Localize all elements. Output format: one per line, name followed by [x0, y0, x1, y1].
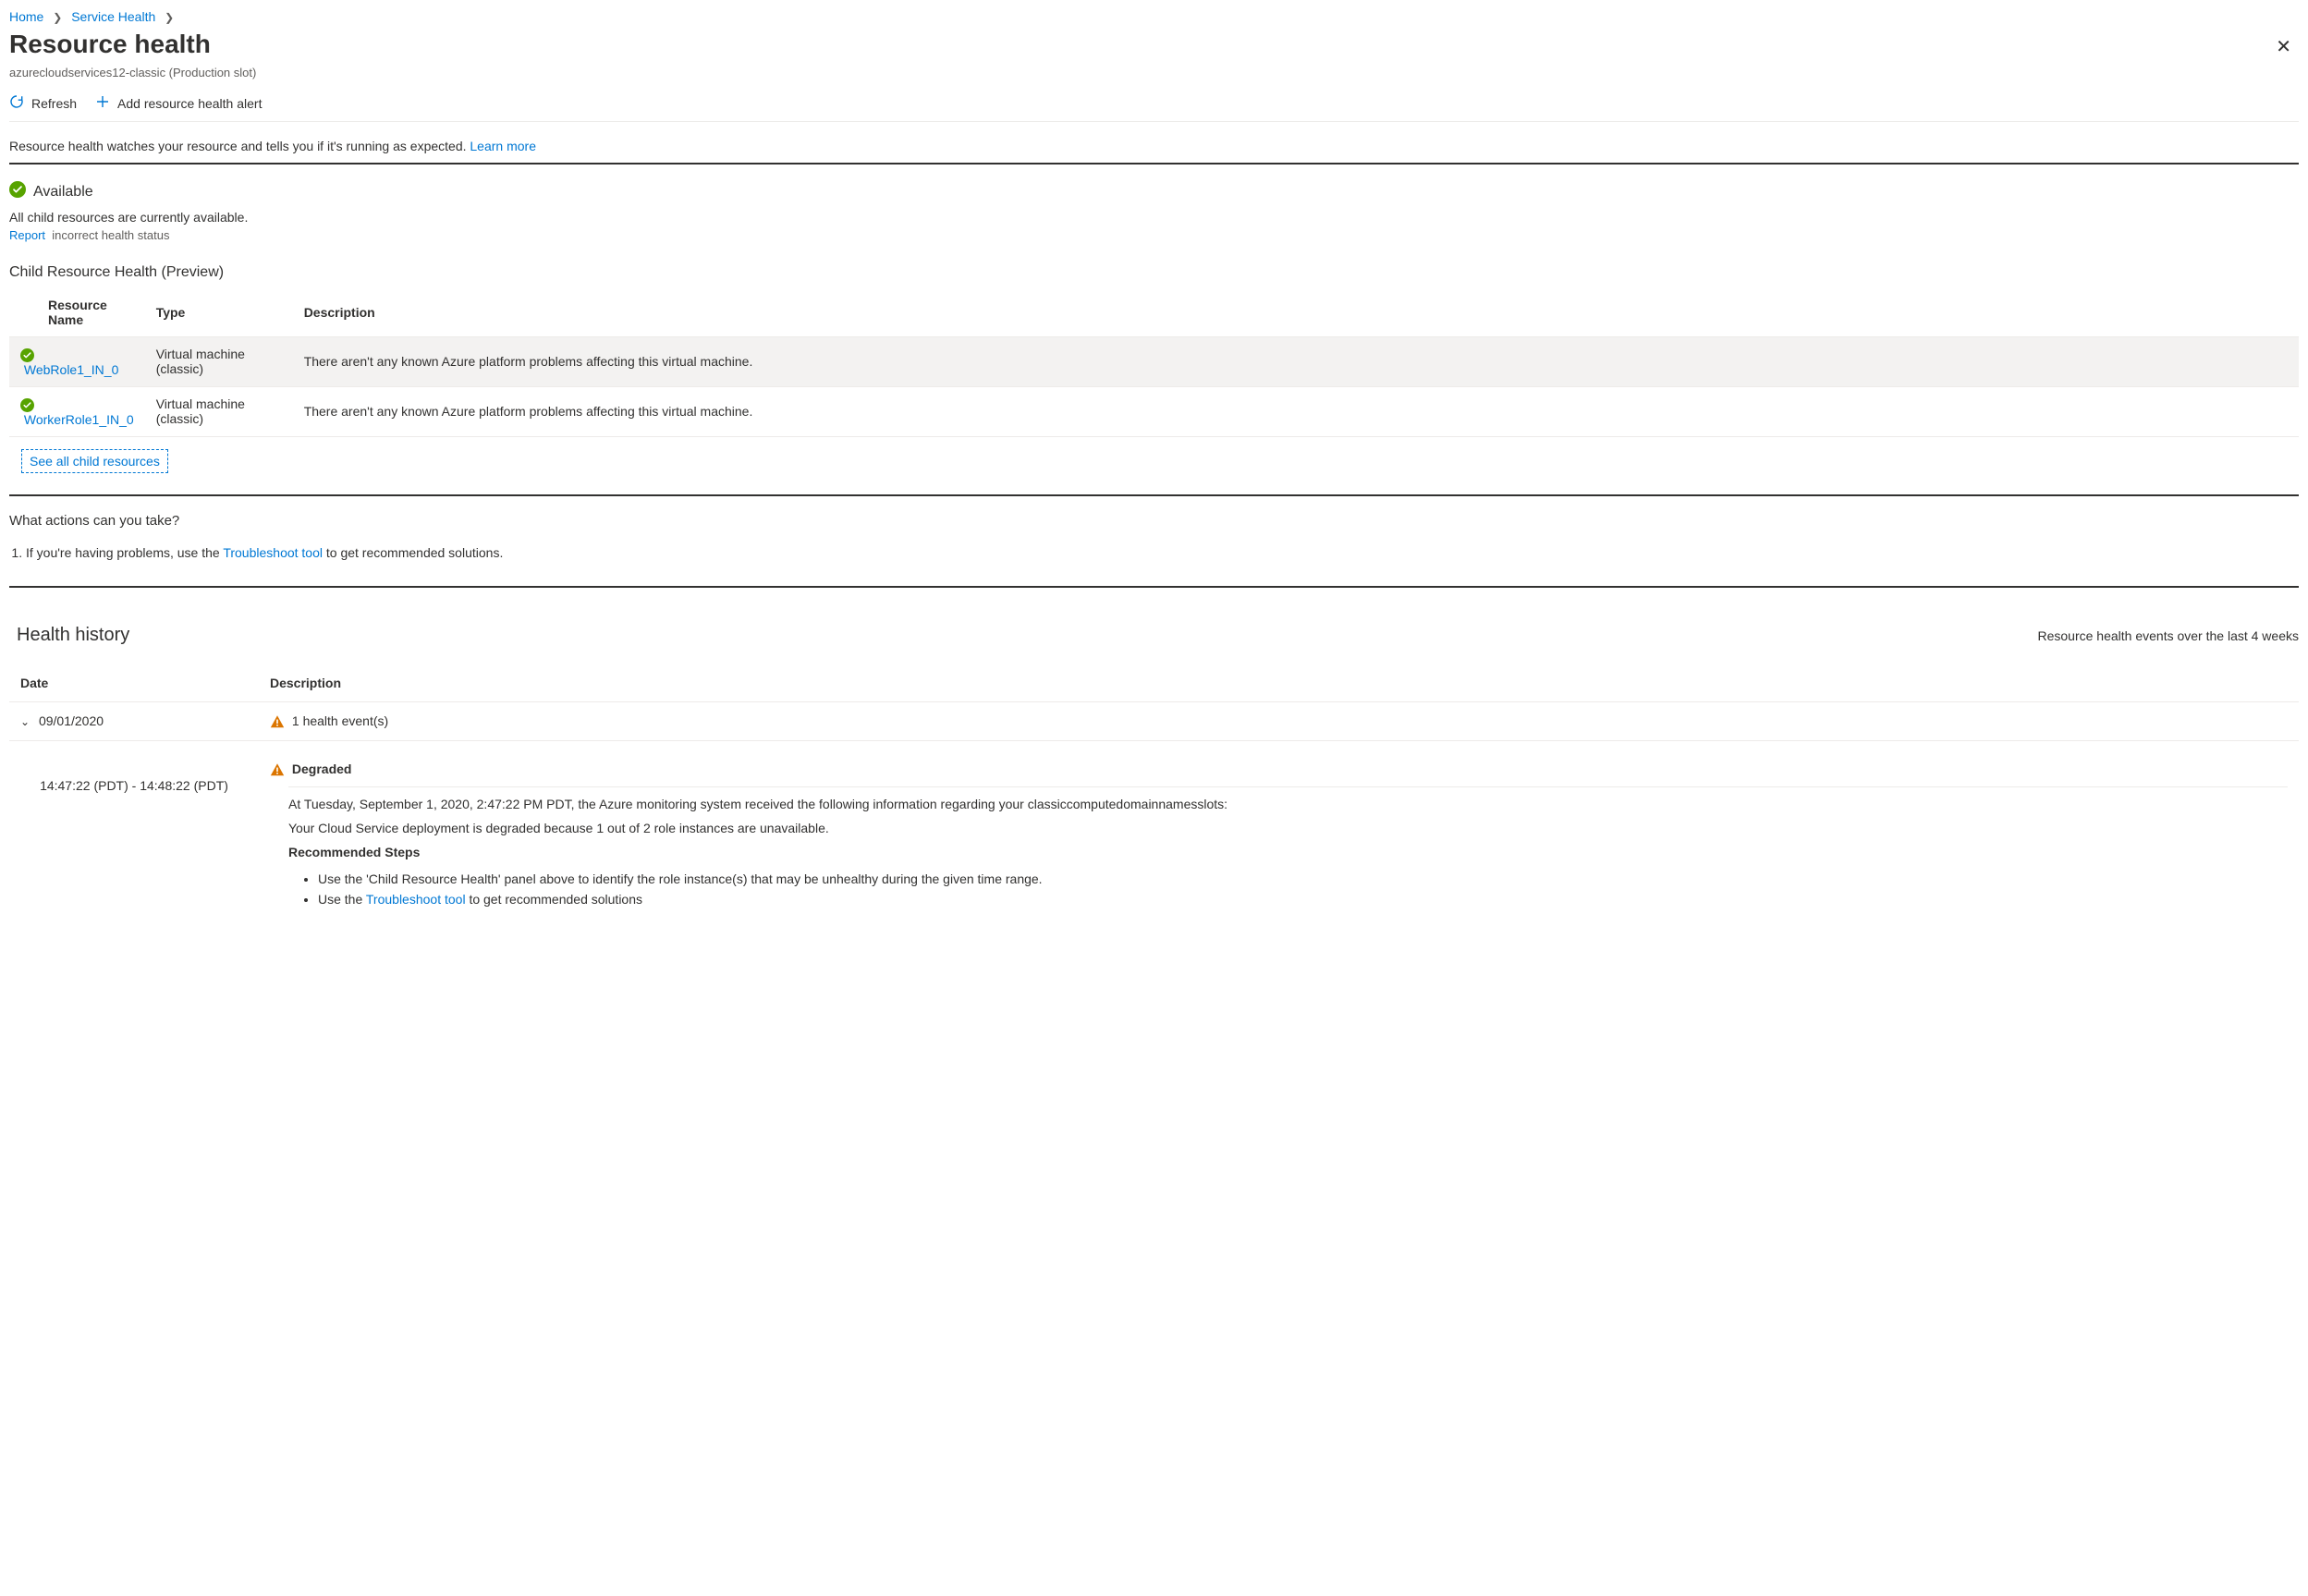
rec-step-pre: Use the [318, 892, 362, 907]
history-row[interactable]: ⌄ 09/01/2020 1 health event(s) [9, 701, 2299, 740]
health-history-table: Date Description ⌄ 09/01/2020 1 health e… [9, 664, 2299, 921]
warning-icon [270, 762, 288, 777]
rec-step: Use the 'Child Resource Health' panel ab… [318, 869, 2288, 889]
rec-step-post: to get recommended solutions [469, 892, 642, 907]
status-state: Available [33, 184, 93, 201]
recommended-steps-label: Recommended Steps [288, 845, 2288, 859]
col-type[interactable]: Type [145, 288, 293, 337]
add-alert-button[interactable]: Add resource health alert [95, 94, 262, 112]
history-summary: 1 health event(s) [292, 713, 388, 728]
table-row[interactable]: WebRole1_IN_0 Virtual machine (classic) … [9, 337, 2299, 387]
history-date: 09/01/2020 [39, 713, 104, 728]
troubleshoot-tool-link[interactable]: Troubleshoot tool [223, 545, 323, 560]
refresh-label: Refresh [31, 96, 77, 111]
check-circle-icon [9, 181, 26, 202]
see-all-child-resources-link[interactable]: See all child resources [22, 450, 167, 472]
toolbar: Refresh Add resource health alert [9, 79, 2299, 122]
add-alert-label: Add resource health alert [117, 96, 262, 111]
refresh-button[interactable]: Refresh [9, 94, 77, 112]
degraded-line2: Your Cloud Service deployment is degrade… [288, 821, 2288, 835]
health-history-subtitle: Resource health events over the last 4 w… [2038, 628, 2300, 643]
intro-body: Resource health watches your resource an… [9, 139, 467, 153]
action-pre: If you're having problems, use the [26, 545, 220, 560]
status-message: All child resources are currently availa… [9, 202, 2299, 225]
page-subtitle: azurecloudservices12-classic (Production… [9, 66, 2299, 79]
col-resource-name[interactable]: Resource Name [9, 288, 145, 337]
rec-step: Use the Troubleshoot tool to get recomme… [318, 889, 2288, 909]
health-history-title: Health history [9, 625, 2038, 646]
child-resources-heading: Child Resource Health (Preview) [9, 242, 2299, 288]
degraded-line1: At Tuesday, September 1, 2020, 2:47:22 P… [288, 797, 2288, 811]
close-button[interactable]: ✕ [2268, 30, 2299, 64]
col-description[interactable]: Description [259, 664, 2299, 702]
resource-link-webrole[interactable]: WebRole1_IN_0 [24, 362, 118, 377]
history-time-range: 14:47:22 (PDT) - 14:48:22 (PDT) [40, 778, 228, 793]
chevron-right-icon: ❯ [47, 11, 67, 24]
cell-type: Virtual machine (classic) [145, 337, 293, 387]
col-description[interactable]: Description [293, 288, 2299, 337]
table-row[interactable]: WorkerRole1_IN_0 Virtual machine (classi… [9, 386, 2299, 436]
intro-text: Resource health watches your resource an… [9, 122, 2299, 164]
warning-icon [270, 714, 288, 729]
action-post: to get recommended solutions. [326, 545, 503, 560]
action-item: If you're having problems, use the Troub… [26, 545, 2299, 560]
troubleshoot-tool-link[interactable]: Troubleshoot tool [366, 892, 466, 907]
child-resources-table: Resource Name Type Description WebRole1_… [9, 288, 2299, 437]
check-circle-icon [20, 398, 34, 412]
page-title: Resource health [9, 30, 2268, 59]
chevron-down-icon[interactable]: ⌄ [20, 715, 30, 728]
refresh-icon [9, 94, 24, 112]
cell-desc: There aren't any known Azure platform pr… [293, 386, 2299, 436]
report-link[interactable]: Report [9, 228, 45, 242]
breadcrumb-service-health[interactable]: Service Health [71, 9, 155, 24]
col-date[interactable]: Date [9, 664, 259, 702]
plus-icon [95, 94, 110, 112]
cell-desc: There aren't any known Azure platform pr… [293, 337, 2299, 387]
resource-link-workerrole[interactable]: WorkerRole1_IN_0 [24, 412, 134, 427]
breadcrumb: Home ❯ Service Health ❯ [9, 9, 2299, 30]
breadcrumb-home[interactable]: Home [9, 9, 43, 24]
report-tail-text: incorrect health status [52, 228, 169, 242]
degraded-label: Degraded [292, 761, 352, 776]
chevron-right-icon: ❯ [159, 11, 179, 24]
history-detail-row: 14:47:22 (PDT) - 14:48:22 (PDT) Degraded… [9, 740, 2299, 920]
cell-type: Virtual machine (classic) [145, 386, 293, 436]
actions-question: What actions can you take? [9, 496, 2299, 532]
learn-more-link[interactable]: Learn more [470, 139, 536, 153]
check-circle-icon [20, 348, 34, 362]
